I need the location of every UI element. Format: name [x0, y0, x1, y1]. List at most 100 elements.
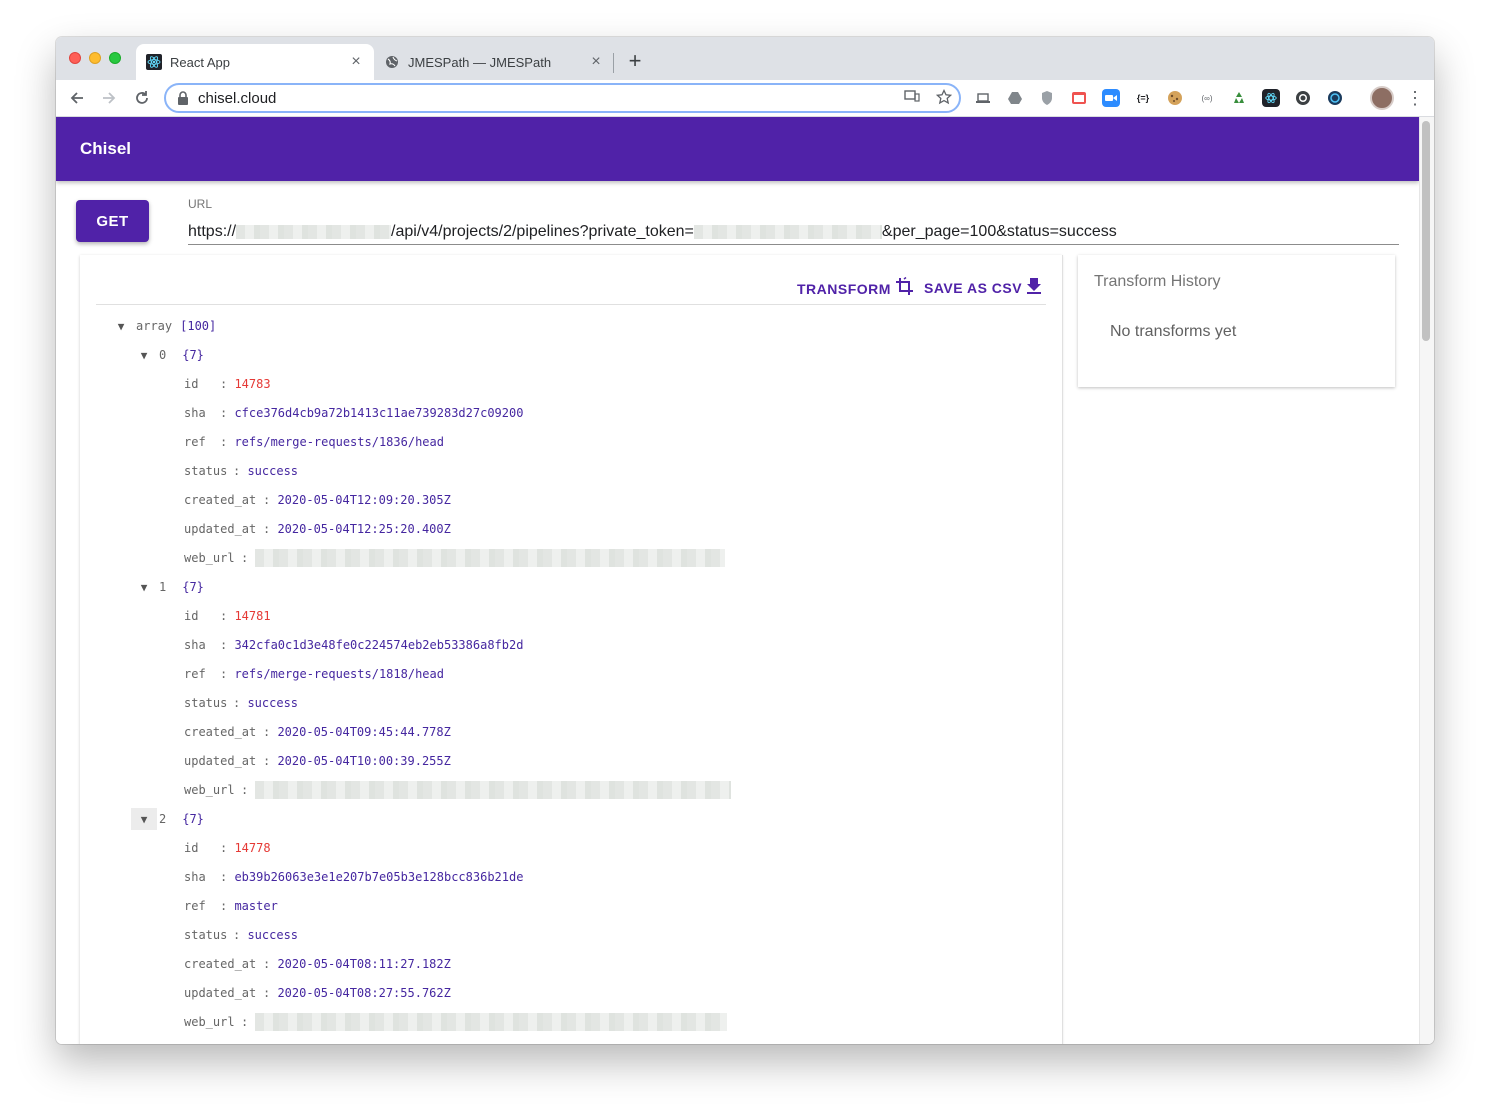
reload-icon[interactable] — [131, 87, 153, 109]
react-icon — [146, 54, 162, 70]
field-row: id: 14781 — [184, 609, 271, 623]
new-tab-button[interactable]: + — [624, 50, 646, 73]
save-csv-button[interactable]: SAVE AS CSV — [924, 277, 1042, 298]
get-button[interactable]: GET — [76, 200, 149, 242]
close-tab-icon[interactable]: × — [348, 54, 364, 70]
image-extension-icon[interactable] — [1070, 89, 1088, 107]
field-value: 2020-05-04T10:00:39.255Z — [277, 754, 451, 768]
cookie-extension-icon[interactable] — [1166, 89, 1184, 107]
transform-history-panel: Transform History No transforms yet — [1078, 255, 1395, 387]
url-prefix: https:// — [188, 222, 237, 240]
field-value: refs/merge-requests/1818/head — [234, 667, 444, 681]
field-row: ref: refs/merge-requests/1836/head — [184, 435, 444, 449]
field-row: status: success — [184, 928, 299, 942]
field-row: status: success — [184, 464, 299, 478]
collapse-arrow-icon[interactable]: ▼ — [108, 315, 134, 337]
tab-strip: React App × JMESPath — JMESPath × + — [56, 37, 1434, 80]
field-row: updated_at: 2020-05-04T12:25:20.400Z — [184, 522, 451, 536]
maximize-window-button[interactable] — [109, 52, 121, 64]
root-count: [100] — [180, 319, 217, 333]
root-key: array — [136, 319, 173, 333]
tree-item-row[interactable]: ▼ 0 {7} — [131, 344, 204, 366]
minimize-window-button[interactable] — [89, 52, 101, 64]
item-count: {7} — [182, 812, 204, 826]
url-suffix: &per_page=100&status=success — [881, 222, 1117, 240]
shield-extension-icon[interactable] — [1038, 89, 1056, 107]
profile-avatar[interactable] — [1370, 86, 1394, 110]
back-arrow-icon[interactable] — [66, 87, 88, 109]
tree-root-row[interactable]: ▼ array [100] — [108, 315, 217, 337]
field-key: updated_at — [184, 754, 257, 768]
circle-extension-icon[interactable] — [1294, 89, 1312, 107]
field-value: success — [247, 928, 299, 942]
forward-arrow-icon[interactable] — [98, 87, 120, 109]
url-input[interactable]: https:// /api/v4/projects/2/pipelines?pr… — [188, 219, 1399, 245]
regex-extension-icon[interactable]: (∞) — [1198, 89, 1216, 107]
more-menu-icon[interactable]: ⋮ — [1406, 86, 1424, 110]
field-row: updated_at: 2020-05-04T10:00:39.255Z — [184, 754, 451, 768]
close-window-button[interactable] — [69, 52, 81, 64]
drive-extension-icon[interactable] — [1006, 89, 1024, 107]
collapse-arrow-icon[interactable]: ▼ — [131, 344, 157, 366]
compass-extension-icon[interactable] — [1326, 89, 1344, 107]
item-index: 0 — [159, 348, 167, 362]
history-title: Transform History — [1094, 273, 1221, 290]
field-row: id: 14783 — [184, 377, 271, 391]
field-key: created_at — [184, 493, 257, 507]
scrollbar-thumb[interactable] — [1422, 121, 1430, 341]
field-value: cfce376d4cb9a72b1413c11ae739283d27c09200 — [234, 406, 524, 420]
field-value: 2020-05-04T09:45:44.778Z — [277, 725, 451, 739]
collapse-arrow-icon[interactable]: ▼ — [131, 808, 157, 830]
field-key: web_url — [184, 1015, 235, 1029]
field-value: 2020-05-04T12:09:20.305Z — [277, 493, 451, 507]
address-bar[interactable]: chisel.cloud — [164, 83, 961, 113]
react-devtools-icon[interactable] — [1262, 89, 1280, 107]
item-count: {7} — [182, 348, 204, 362]
tab-jmespath[interactable]: JMESPath — JMESPath × — [374, 44, 614, 80]
redacted-web-url — [255, 781, 732, 799]
browser-window: React App × JMESPath — JMESPath × + chis — [56, 37, 1434, 1044]
tree-item-row[interactable]: ▼ 1 {7} — [131, 576, 204, 598]
field-row: created_at: 2020-05-04T12:09:20.305Z — [184, 493, 451, 507]
field-key: ref — [184, 667, 206, 681]
field-row: created_at: 2020-05-04T08:11:27.182Z — [184, 957, 451, 971]
field-row: ref: refs/merge-requests/1818/head — [184, 667, 444, 681]
viewer-actions: TRANSFORM SAVE AS CSV — [96, 255, 1046, 305]
url-label: URL — [188, 197, 213, 211]
browser-toolbar: chisel.cloud {=} (∞) ⋮ — [56, 80, 1434, 117]
tab-title: React App — [170, 54, 230, 70]
recycle-extension-icon[interactable] — [1230, 89, 1248, 107]
lock-icon — [177, 91, 189, 105]
zoom-extension-icon[interactable] — [1102, 89, 1120, 107]
tab-react-app[interactable]: React App × — [136, 44, 374, 80]
field-value: 342cfa0c1d3e48fe0c224574eb2eb53386a8fb2d — [234, 638, 524, 652]
tab-title: JMESPath — JMESPath — [408, 54, 552, 70]
field-value: 14781 — [234, 609, 271, 623]
field-value: master — [234, 899, 278, 913]
json-extension-icon[interactable]: {=} — [1134, 89, 1152, 107]
field-row: status: success — [184, 696, 299, 710]
app-title: Chisel — [80, 139, 132, 158]
bookmark-star-icon[interactable] — [935, 88, 953, 110]
collapse-arrow-icon[interactable]: ▼ — [131, 576, 157, 598]
panel-divider — [1062, 255, 1063, 1044]
download-icon — [1022, 277, 1042, 298]
field-key: sha — [184, 638, 206, 652]
field-key: id — [184, 841, 199, 855]
laptop-extension-icon[interactable] — [974, 89, 992, 107]
close-tab-icon[interactable]: × — [588, 54, 604, 70]
field-key: status — [184, 464, 228, 478]
transform-button[interactable]: TRANSFORM — [797, 276, 915, 300]
field-key: updated_at — [184, 522, 257, 536]
cast-icon[interactable] — [904, 89, 920, 108]
field-value: 2020-05-04T08:11:27.182Z — [277, 957, 451, 971]
tree-item-row[interactable]: ▼ 2 {7} — [131, 808, 204, 830]
field-key: web_url — [184, 551, 235, 565]
item-count: {7} — [182, 580, 204, 594]
field-row: web_url: — [184, 1011, 728, 1033]
field-value: eb39b26063e3e1e207b7e05b3e128bcc836b21de — [234, 870, 524, 884]
field-key: ref — [184, 899, 206, 913]
field-key: ref — [184, 435, 206, 449]
field-key: id — [184, 609, 199, 623]
field-value: success — [247, 696, 299, 710]
